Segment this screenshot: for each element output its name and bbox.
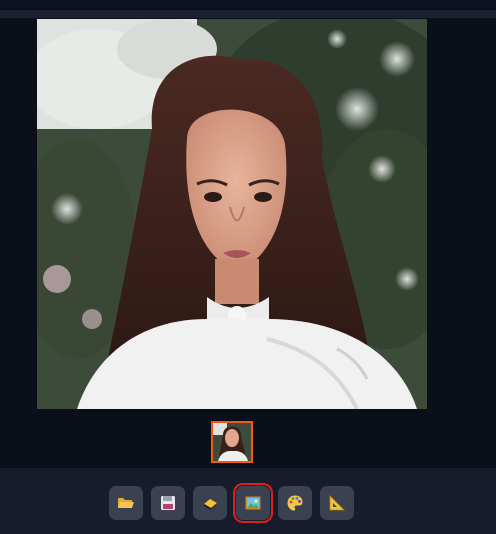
bottom-toolbar: [0, 468, 496, 534]
main-image-viewer[interactable]: [37, 19, 427, 409]
palette-icon: [287, 495, 303, 511]
top-scroll-track[interactable]: [0, 10, 496, 18]
ruler-button[interactable]: [320, 486, 354, 520]
palette-button[interactable]: [278, 486, 312, 520]
portrait-thumbnail-image: [213, 423, 251, 461]
portrait-photo: [37, 19, 427, 409]
image-viewer-app: [0, 0, 496, 534]
image-button[interactable]: [233, 483, 273, 523]
save-floppy-icon: [161, 496, 175, 510]
thumbnail-strip: [0, 412, 496, 468]
open-folder-icon: [118, 498, 134, 508]
save-button[interactable]: [151, 486, 185, 520]
eraser-button[interactable]: [193, 486, 227, 520]
open-button[interactable]: [109, 486, 143, 520]
portrait-thumbnail[interactable]: [211, 421, 253, 463]
set-square-ruler-icon: [329, 495, 345, 511]
eraser-icon: [204, 499, 217, 510]
image-icon: [245, 496, 261, 510]
top-bar: [0, 0, 496, 8]
